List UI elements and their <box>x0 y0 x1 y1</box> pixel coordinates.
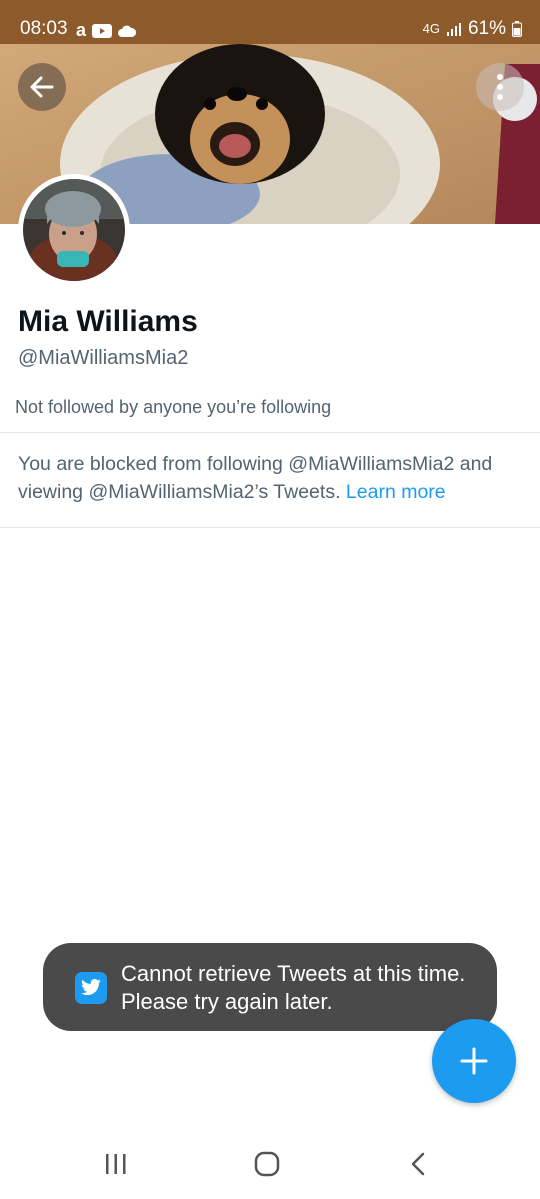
twitter-bird-icon <box>75 972 107 1004</box>
battery-icon <box>512 21 522 37</box>
display-name: Mia Williams <box>18 305 198 338</box>
blocked-message: You are blocked from following @MiaWilli… <box>18 450 528 506</box>
learn-more-link[interactable]: Learn more <box>346 481 446 503</box>
profile-handle: @MiaWilliamsMia2 <box>18 347 189 369</box>
battery-percent: 61% <box>467 18 506 39</box>
system-icons: 4G 61% <box>423 18 522 40</box>
arrow-left-icon <box>30 76 54 98</box>
error-toast: Cannot retrieve Tweets at this time. Ple… <box>43 943 497 1031</box>
signal-icon <box>446 23 461 36</box>
amazon-icon: a <box>76 20 87 40</box>
home-button[interactable] <box>247 1148 287 1180</box>
avatar-image <box>23 179 125 281</box>
youtube-icon <box>92 23 113 38</box>
more-vertical-icon <box>497 74 503 100</box>
nav-back-button[interactable] <box>398 1148 438 1180</box>
plus-icon <box>460 1047 488 1075</box>
divider <box>0 432 540 433</box>
home-icon <box>254 1151 280 1177</box>
status-time: 08:03 <box>20 18 68 39</box>
status-bar: 08:03 a 4G 61% <box>0 0 540 44</box>
recents-icon <box>106 1154 126 1174</box>
chevron-left-icon <box>411 1152 425 1176</box>
network-indicator: 4G <box>422 21 440 36</box>
followers-you-know[interactable]: Not followed by anyone you’re following <box>15 395 331 419</box>
avatar[interactable] <box>18 174 130 286</box>
back-button[interactable] <box>18 63 66 111</box>
recents-button[interactable] <box>96 1148 136 1180</box>
system-nav-bar <box>0 1130 540 1199</box>
notification-icons: a <box>76 20 137 41</box>
divider <box>0 527 540 528</box>
toast-message: Cannot retrieve Tweets at this time. Ple… <box>121 961 466 1014</box>
compose-tweet-button[interactable] <box>432 1019 516 1103</box>
cloud-icon <box>118 25 137 37</box>
more-options-button[interactable] <box>476 63 524 111</box>
